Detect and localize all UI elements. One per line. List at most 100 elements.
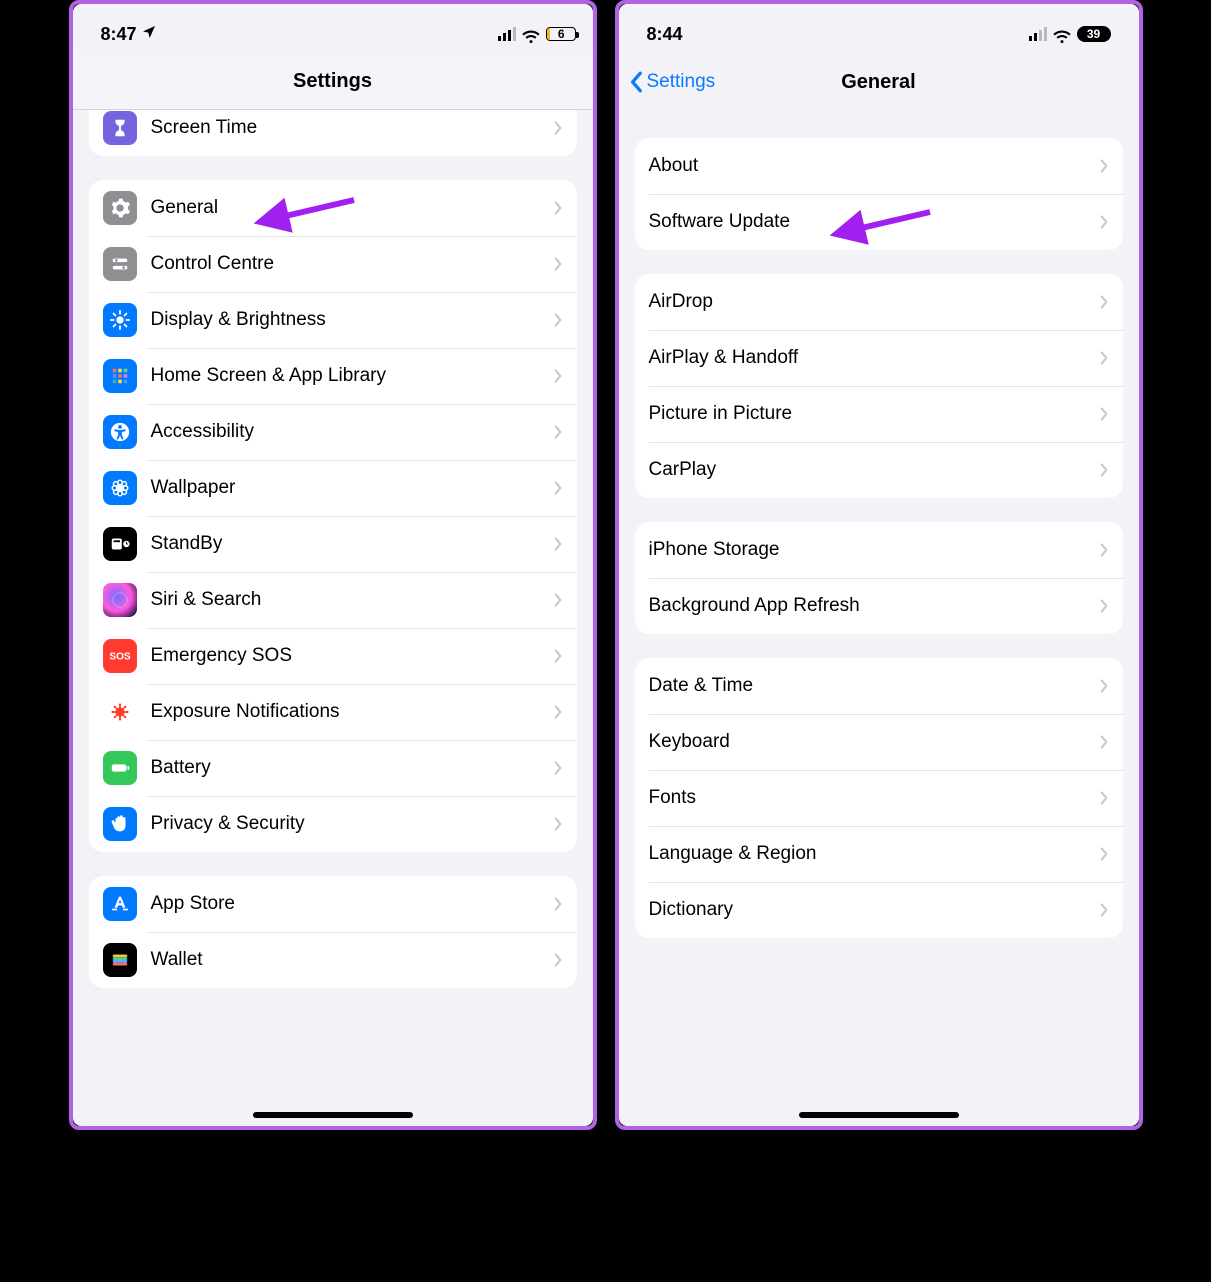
status-time: 8:44 [647,24,683,45]
battery-percent: 39 [1087,27,1100,41]
chevron-right-icon [553,424,563,440]
chevron-right-icon [553,480,563,496]
phone-left-settings: 8:47 6 Settings Screen Time General Contro… [73,4,593,1126]
row-label: About [649,155,1099,177]
general-row-about[interactable]: About [635,138,1123,194]
chevron-right-icon [1099,158,1109,174]
general-row-date-time[interactable]: Date & Time [635,658,1123,714]
general-row-keyboard[interactable]: Keyboard [635,714,1123,770]
chevron-right-icon [553,896,563,912]
chevron-right-icon [553,312,563,328]
row-label: StandBy [151,533,553,555]
chevron-right-icon [1099,542,1109,558]
general-group: About Software Update [635,138,1123,250]
chevron-right-icon [1099,902,1109,918]
settings-row-battery[interactable]: Battery [89,740,577,796]
settings-group: General Control Centre Display & Brightnes… [89,180,577,852]
row-label: Fonts [649,787,1099,809]
general-list[interactable]: About Software Update AirDrop AirPlay & Han… [619,110,1139,1126]
sliders-icon [103,247,137,281]
chevron-right-icon [553,368,563,384]
row-label: Battery [151,757,553,779]
settings-row-app-store[interactable]: App Store [89,876,577,932]
status-time: 8:47 [101,24,137,45]
settings-row-wallet[interactable]: Wallet [89,932,577,988]
back-label: Settings [647,71,716,93]
status-bar: 8:44 39 [619,4,1139,54]
sun-icon [103,303,137,337]
chevron-right-icon [1099,406,1109,422]
wifi-icon [1053,27,1071,41]
row-label: Dictionary [649,899,1099,921]
general-row-software-update[interactable]: Software Update [635,194,1123,250]
settings-group: App Store Wallet [89,876,577,988]
home-indicator[interactable] [253,1112,413,1118]
general-row-background-refresh[interactable]: Background App Refresh [635,578,1123,634]
row-label: AirPlay & Handoff [649,347,1099,369]
chevron-right-icon [1099,294,1109,310]
wifi-icon [522,27,540,41]
row-label: Background App Refresh [649,595,1099,617]
nav-header: Settings [73,54,593,110]
row-label: Emergency SOS [151,645,553,667]
settings-row-home-screen[interactable]: Home Screen & App Library [89,348,577,404]
chevron-right-icon [553,816,563,832]
row-label: App Store [151,893,553,915]
general-row-airplay-handoff[interactable]: AirPlay & Handoff [635,330,1123,386]
general-row-language-region[interactable]: Language & Region [635,826,1123,882]
settings-row-privacy-security[interactable]: Privacy & Security [89,796,577,852]
siri-icon [103,583,137,617]
nav-header: Settings General [619,54,1139,110]
row-label: Control Centre [151,253,553,275]
chevron-right-icon [553,704,563,720]
chevron-right-icon [553,120,563,136]
general-row-carplay[interactable]: CarPlay [635,442,1123,498]
settings-list[interactable]: Screen Time General Control Centre Display … [73,110,593,1126]
row-label: Language & Region [649,843,1099,865]
cellular-signal-icon [1029,27,1047,41]
general-row-picture-in-picture[interactable]: Picture in Picture [635,386,1123,442]
general-group: Date & TimeKeyboard Fonts Language & Regio… [635,658,1123,938]
flower-icon [103,471,137,505]
settings-row-screen-time[interactable]: Screen Time [89,110,577,156]
settings-row-standby[interactable]: StandBy [89,516,577,572]
row-label: Accessibility [151,421,553,443]
chevron-right-icon [553,536,563,552]
row-label: General [151,197,553,219]
chevron-right-icon [1099,350,1109,366]
general-row-fonts[interactable]: Fonts [635,770,1123,826]
svg-text:SOS: SOS [109,652,131,663]
general-row-airdrop[interactable]: AirDrop [635,274,1123,330]
home-indicator[interactable] [799,1112,959,1118]
settings-row-exposure-notifications[interactable]: Exposure Notifications [89,684,577,740]
settings-group: Screen Time [89,110,577,156]
general-row-dictionary[interactable]: Dictionary [635,882,1123,938]
chevron-right-icon [1099,790,1109,806]
row-label: CarPlay [649,459,1099,481]
settings-row-general[interactable]: General [89,180,577,236]
settings-row-control-centre[interactable]: Control Centre [89,236,577,292]
chevron-right-icon [1099,846,1109,862]
battery-percent: 6 [558,27,565,41]
settings-row-accessibility[interactable]: Accessibility [89,404,577,460]
row-label: Exposure Notifications [151,701,553,723]
settings-row-siri-search[interactable]: Siri & Search [89,572,577,628]
hand-icon [103,807,137,841]
page-title: General [841,71,915,94]
row-label: Home Screen & App Library [151,365,553,387]
settings-row-emergency-sos[interactable]: SOS Emergency SOS [89,628,577,684]
settings-row-wallpaper[interactable]: Wallpaper [89,460,577,516]
general-row-iphone-storage[interactable]: iPhone Storage [635,522,1123,578]
chevron-right-icon [1099,678,1109,694]
chevron-right-icon [1099,598,1109,614]
row-label: Screen Time [151,117,553,139]
settings-row-display-brightness[interactable]: Display & Brightness [89,292,577,348]
phone-right-general: 8:44 39 Settings General About Software U… [619,4,1139,1126]
row-label: Wallpaper [151,477,553,499]
chevron-right-icon [553,200,563,216]
location-arrow-icon [141,24,157,45]
sos-icon: SOS [103,639,137,673]
chevron-right-icon [553,952,563,968]
row-label: Display & Brightness [151,309,553,331]
back-button[interactable]: Settings [629,54,716,110]
